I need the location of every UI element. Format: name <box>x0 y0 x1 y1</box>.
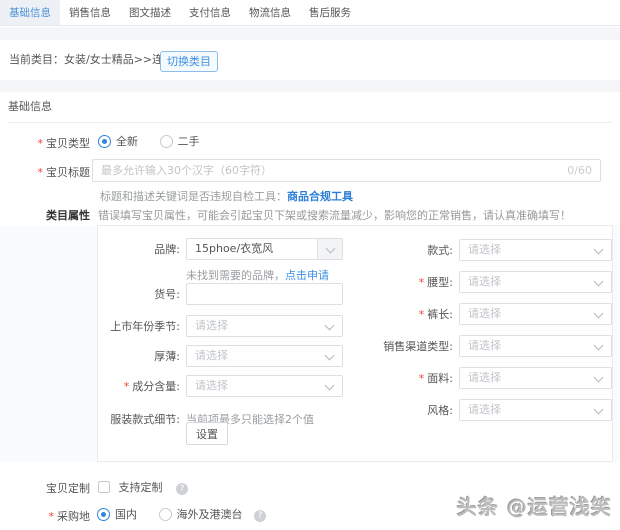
product-publish-page: 基础信息 销售信息 图文描述 支付信息 物流信息 售后服务 当前类目：女装/女士… <box>0 0 620 530</box>
radio-new-label[interactable]: 全新 <box>116 135 138 148</box>
brand-combobox[interactable]: 15phoe/衣宽风 <box>186 238 343 260</box>
tab-description[interactable]: 图文描述 <box>120 0 180 25</box>
char-counter: 0/60 <box>567 160 592 181</box>
divider-band <box>0 27 620 40</box>
watermark-text: 头条 @运营浅笑 <box>457 491 612 520</box>
help-icon[interactable]: ? <box>254 510 266 522</box>
item-type-label: *宝贝类型 <box>0 135 90 151</box>
tab-basic-info[interactable]: 基础信息 <box>0 0 60 25</box>
fabric-select[interactable]: 请选择 <box>459 367 612 389</box>
purchase-place-options: 国内 海外及港澳台 ? <box>97 506 266 522</box>
item-title-label: *宝贝标题 <box>0 164 90 180</box>
thickness-label: 厚薄: <box>98 346 180 368</box>
style-detail-set-button[interactable]: 设置 <box>186 422 228 445</box>
item-no-input-wrap <box>186 283 343 305</box>
required-asterisk: * <box>38 137 44 150</box>
composition-select[interactable]: 请选择 <box>186 375 343 397</box>
radio-new[interactable] <box>98 135 111 148</box>
radio-used-label[interactable]: 二手 <box>178 135 200 148</box>
radio-used[interactable] <box>160 135 173 148</box>
tab-payment-info[interactable]: 支付信息 <box>180 0 240 25</box>
required-asterisk: * <box>38 166 44 179</box>
season-select[interactable]: 请选择 <box>186 315 343 337</box>
tab-sales-info[interactable]: 销售信息 <box>60 0 120 25</box>
category-attrs-label: 类目属性 <box>0 207 90 223</box>
waist-label: *腰型: <box>323 272 453 294</box>
style-label: 款式: <box>323 240 453 262</box>
fashion-style-select[interactable]: 请选择 <box>459 399 612 421</box>
pant-length-label: *裤长: <box>323 304 453 326</box>
customization-label: 宝贝定制 <box>0 480 90 496</box>
section-title: 基础信息 <box>8 98 52 114</box>
composition-label: *成分含量: <box>98 376 180 398</box>
required-asterisk: * <box>419 372 425 385</box>
section-divider <box>8 122 612 123</box>
customization-option: 支持定制 ? <box>98 479 188 495</box>
required-asterisk: * <box>49 510 55 523</box>
fashion-style-label: 风格: <box>323 400 453 422</box>
compliance-tool-link[interactable]: 商品合规工具 <box>287 190 353 203</box>
top-tab-bar: 基础信息 销售信息 图文描述 支付信息 物流信息 售后服务 <box>0 0 620 26</box>
brand-helper: 未找到需要的品牌，点击申请 <box>186 267 329 283</box>
support-custom-checkbox[interactable] <box>98 481 110 493</box>
style-select[interactable]: 请选择 <box>459 239 612 261</box>
item-title-input[interactable] <box>93 160 600 181</box>
sales-channel-label: 销售渠道类型: <box>323 336 453 358</box>
style-detail-label: 服装款式细节: <box>98 409 180 431</box>
item-type-options: 全新 二手 <box>98 133 200 149</box>
category-attrs-card: 品牌: 15phoe/衣宽风 未找到需要的品牌，点击申请 货号: 上市年份季节:… <box>97 225 613 462</box>
brand-label: 品牌: <box>98 239 180 261</box>
required-asterisk: * <box>419 308 425 321</box>
tab-after-sales[interactable]: 售后服务 <box>300 0 360 25</box>
required-asterisk: * <box>124 380 130 393</box>
radio-overseas-label[interactable]: 海外及港澳台 <box>177 508 243 521</box>
waist-select[interactable]: 请选择 <box>459 271 612 293</box>
switch-category-button[interactable]: 切换类目 <box>160 51 218 72</box>
required-asterisk: * <box>419 276 425 289</box>
support-custom-label[interactable]: 支持定制 <box>119 481 163 494</box>
radio-domestic[interactable] <box>97 508 110 521</box>
category-attrs-warning: 错误填写宝贝属性，可能会引起宝贝下架或搜索流量减少，影响您的正常销售，请认真准确… <box>98 207 571 223</box>
purchase-place-label: *采购地 <box>0 508 90 524</box>
thickness-select[interactable]: 请选择 <box>186 345 343 367</box>
fabric-label: *面料: <box>323 368 453 390</box>
pant-length-select[interactable]: 请选择 <box>459 303 612 325</box>
help-icon[interactable]: ? <box>176 483 188 495</box>
sales-channel-select[interactable]: 请选择 <box>459 335 612 357</box>
tab-logistics-info[interactable]: 物流信息 <box>240 0 300 25</box>
season-label: 上市年份季节: <box>98 316 180 338</box>
radio-overseas[interactable] <box>159 508 172 521</box>
item-no-label: 货号: <box>98 284 180 306</box>
title-helper: 标题和描述关键词是否违规自检工具：商品合规工具 <box>100 188 353 204</box>
radio-domestic-label[interactable]: 国内 <box>115 508 137 521</box>
divider-band <box>0 80 620 92</box>
item-title-input-wrap: 0/60 <box>92 159 601 182</box>
item-no-input[interactable] <box>187 284 342 304</box>
